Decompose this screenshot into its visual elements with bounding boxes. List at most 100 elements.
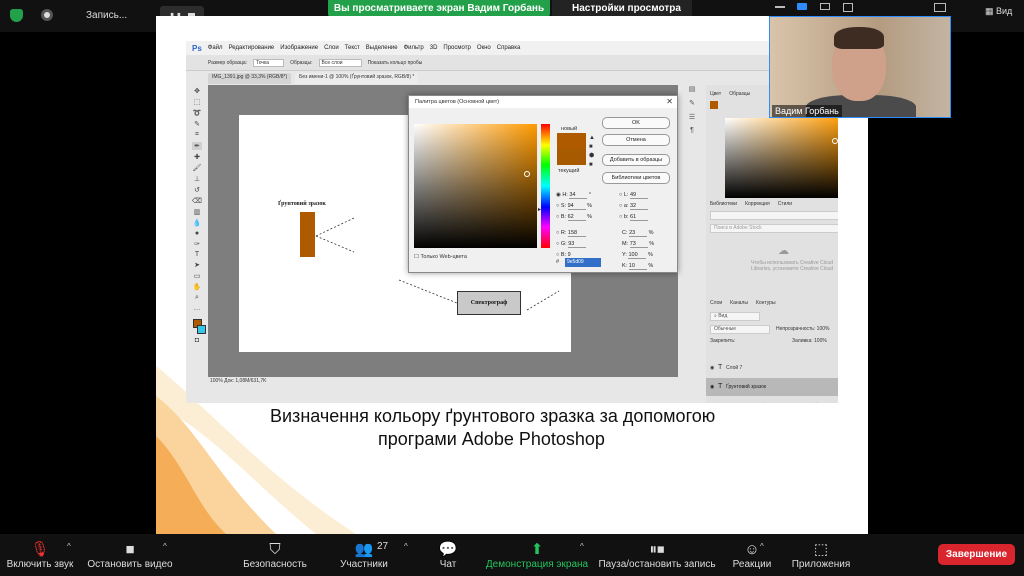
- history-panel-icon[interactable]: ▤: [689, 85, 696, 93]
- field-L[interactable]: ○ L: 49: [619, 192, 677, 203]
- background-color-swatch[interactable]: [196, 325, 206, 334]
- type-tool-icon[interactable]: T: [195, 251, 199, 258]
- field-G[interactable]: ○ G: 93: [556, 241, 611, 252]
- quick-mask-icon[interactable]: ◘: [195, 337, 199, 344]
- samples-select[interactable]: Все слои: [318, 58, 362, 67]
- history-brush-icon[interactable]: ↺: [194, 186, 200, 194]
- marquee-tool-icon[interactable]: ⬚: [194, 98, 201, 106]
- webcam-tile[interactable]: Вадим Горбань: [769, 16, 951, 118]
- brush-panel-icon[interactable]: ✎: [689, 99, 695, 107]
- hex-input[interactable]: 9e5d09: [565, 258, 601, 267]
- view-button[interactable]: ▦ Вид: [985, 6, 1012, 17]
- menu-item[interactable]: Выделение: [366, 45, 398, 51]
- menu-item[interactable]: Окно: [477, 45, 491, 51]
- field-Y[interactable]: Y: 100 %: [619, 252, 677, 263]
- hand-tool-icon[interactable]: ✋: [193, 283, 202, 291]
- s-value[interactable]: 94: [567, 203, 586, 210]
- pen-tool-icon[interactable]: ✑: [194, 240, 200, 248]
- stamp-tool-icon[interactable]: ⊥: [194, 175, 200, 183]
- zoom-tool-icon[interactable]: ⌕: [195, 294, 199, 302]
- menu-item[interactable]: Просмотр: [443, 45, 470, 51]
- field-Bv[interactable]: ○ B: 62 %: [556, 214, 611, 225]
- eyedropper-tool-icon[interactable]: ✒: [192, 142, 202, 150]
- field-M[interactable]: M: 73 %: [619, 241, 677, 252]
- blend-mode-select[interactable]: Обычные: [710, 325, 770, 334]
- tab-channels[interactable]: Каналы: [730, 300, 748, 306]
- menu-item[interactable]: Справка: [497, 45, 521, 51]
- caret-up-icon[interactable]: ^: [760, 542, 764, 551]
- layer-filter-select[interactable]: ⌕ Вид: [710, 312, 760, 321]
- blur-tool-icon[interactable]: 💧: [193, 219, 202, 227]
- tab-color[interactable]: Цвет: [710, 91, 721, 97]
- path-select-icon[interactable]: ➤: [194, 261, 200, 269]
- sample-size-select[interactable]: Точка: [253, 58, 285, 67]
- opacity-field[interactable]: Непрозрачность: 100%: [776, 326, 829, 332]
- shape-tool-icon[interactable]: ▭: [194, 272, 201, 280]
- move-tool-icon[interactable]: ✥: [194, 87, 200, 95]
- show-ring-checkbox[interactable]: Показать кольцо пробы: [368, 60, 423, 66]
- eye-icon[interactable]: ◉: [710, 378, 714, 396]
- hue-slider[interactable]: [541, 124, 550, 248]
- tab-adjustments[interactable]: Коррекция: [745, 201, 770, 207]
- paragraph-panel-icon[interactable]: ¶: [690, 127, 694, 134]
- color-field[interactable]: [414, 124, 537, 248]
- menu-item[interactable]: Редактирование: [229, 45, 275, 51]
- h-value[interactable]: 34: [569, 192, 588, 199]
- caret-up-icon[interactable]: ^: [580, 542, 584, 551]
- caret-up-icon[interactable]: ^: [67, 542, 71, 551]
- current-color-swatch[interactable]: [557, 149, 586, 165]
- b-value[interactable]: 62: [567, 214, 586, 221]
- tab-styles[interactable]: Стили: [778, 201, 792, 207]
- field-H[interactable]: ◉ H: 34 °: [556, 192, 611, 203]
- k-value[interactable]: 10: [628, 263, 647, 270]
- hue-marker-icon[interactable]: ▸: [538, 206, 541, 213]
- r-value[interactable]: 158: [567, 230, 586, 237]
- doc-tab[interactable]: IMG_1391.jpg @ 33,3% (RGB/8*): [208, 73, 292, 84]
- tab-paths[interactable]: Контуры: [756, 300, 776, 306]
- security-button[interactable]: ⛉ Безопасность: [240, 534, 310, 576]
- eye-icon[interactable]: ◉: [710, 359, 714, 377]
- field-b[interactable]: ○ b: 61: [619, 214, 677, 225]
- cancel-button[interactable]: Отмена: [602, 134, 670, 146]
- color-panel-marker[interactable]: [832, 138, 838, 144]
- color-libraries-button[interactable]: Библиотеки цветов: [602, 172, 670, 184]
- field-a[interactable]: ○ a: 32: [619, 203, 677, 214]
- c-value[interactable]: 23: [629, 230, 648, 237]
- m-value[interactable]: 73: [629, 241, 648, 248]
- layer-row[interactable]: ◉ T Слой 7: [706, 359, 838, 377]
- menu-item[interactable]: Изображение: [280, 45, 318, 51]
- g-value[interactable]: 93: [568, 241, 587, 248]
- field-S[interactable]: ○ S: 94 %: [556, 203, 611, 214]
- menu-item[interactable]: Слои: [324, 45, 339, 51]
- color-panel-field[interactable]: [725, 118, 838, 198]
- minimize-icon[interactable]: [775, 6, 785, 8]
- properties-panel-icon[interactable]: ☰: [689, 113, 695, 121]
- unmute-button[interactable]: 🎙 Включить звук: [4, 534, 76, 576]
- video-button[interactable]: ■ Остановить видео: [86, 534, 174, 576]
- tab-layers[interactable]: Слои: [710, 300, 722, 306]
- ok-button[interactable]: OK: [602, 117, 670, 129]
- apps-button[interactable]: ⬚ Приложения: [788, 534, 854, 576]
- gallery-view-icon[interactable]: [820, 3, 830, 10]
- healing-tool-icon[interactable]: ✚: [194, 153, 200, 161]
- chat-button[interactable]: 💬 Чат: [432, 534, 464, 576]
- stock-search-input[interactable]: Поиск в Adobe Stock: [710, 224, 838, 233]
- more-tools-icon[interactable]: …: [194, 305, 201, 312]
- fill-field[interactable]: Заливка: 100%: [792, 338, 827, 344]
- fullscreen-icon[interactable]: [934, 3, 946, 12]
- eraser-tool-icon[interactable]: ⌫: [192, 197, 202, 205]
- fill-value[interactable]: 100%: [814, 338, 827, 344]
- menu-item[interactable]: 3D: [430, 45, 438, 51]
- reactions-button[interactable]: ☺ Реакции: [730, 534, 774, 576]
- gamut-warning-icon[interactable]: ▲ ■ ⬢ ■: [589, 134, 595, 170]
- dodge-tool-icon[interactable]: ●: [195, 230, 199, 237]
- end-meeting-button[interactable]: Завершение: [938, 544, 1015, 565]
- y-value[interactable]: 100: [628, 252, 647, 259]
- quick-select-icon[interactable]: ✎: [194, 120, 200, 128]
- grid-icon[interactable]: [843, 3, 853, 12]
- caret-up-icon[interactable]: ^: [404, 542, 408, 551]
- view-options-dropdown[interactable]: Настройки просмотра ⌄: [552, 0, 692, 31]
- menu-item[interactable]: Фильтр: [404, 45, 424, 51]
- opacity-value[interactable]: 100%: [817, 326, 830, 332]
- field-K[interactable]: K: 10 %: [619, 263, 677, 274]
